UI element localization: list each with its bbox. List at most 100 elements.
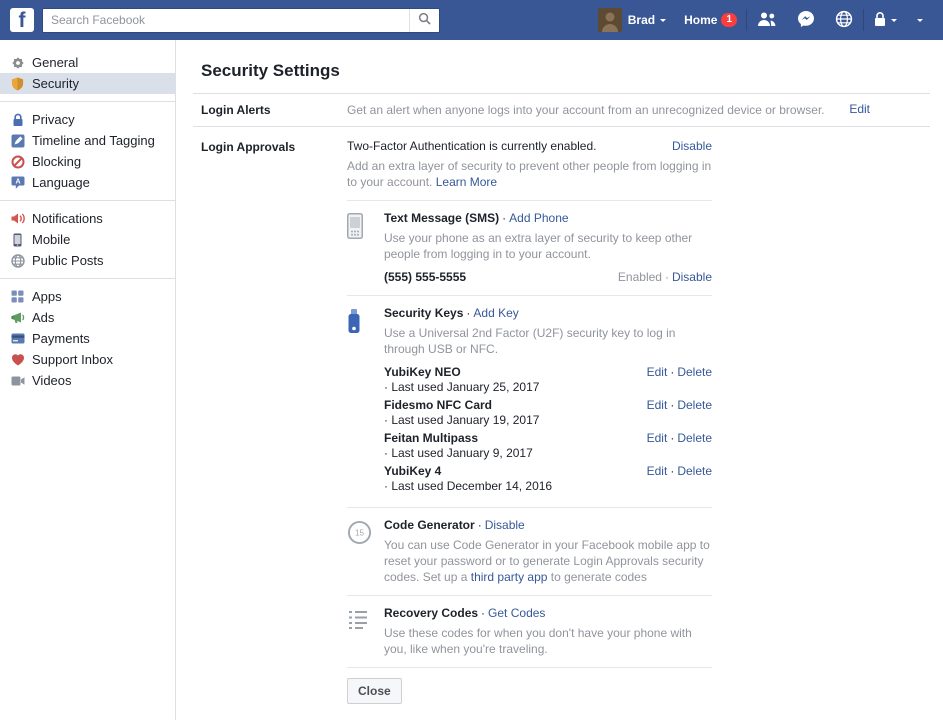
sidebar-item-language[interactable]: A Language xyxy=(0,172,175,193)
sidebar-item-videos[interactable]: Videos xyxy=(0,370,175,391)
profile-link[interactable]: Brad xyxy=(589,0,675,40)
messages-button[interactable] xyxy=(787,0,825,40)
sidebar-item-label: General xyxy=(32,55,78,71)
video-camera-icon xyxy=(10,373,25,388)
chevron-down-icon xyxy=(660,19,666,25)
sidebar-item-label: Support Inbox xyxy=(32,352,113,368)
key-delete-link[interactable]: Delete xyxy=(677,398,712,412)
sidebar-item-timeline-tagging[interactable]: Timeline and Tagging xyxy=(0,130,175,151)
chevron-down-icon xyxy=(917,19,923,25)
divider xyxy=(347,200,712,201)
login-alerts-edit-link[interactable]: Edit xyxy=(849,102,870,116)
security-key-info: Feitan Multipass · Last used January 9, … xyxy=(384,431,533,461)
code-generator-block: 15 Code Generator·Disable You can use Co… xyxy=(347,518,712,585)
add-phone-link[interactable]: Add Phone xyxy=(509,211,568,225)
friends-icon xyxy=(757,11,777,30)
notifications-button[interactable] xyxy=(825,0,863,40)
speaker-icon xyxy=(10,211,25,226)
security-key-row: YubiKey 4 · Last used December 14, 2016 … xyxy=(384,464,712,494)
security-key-row: Fidesmo NFC Card · Last used January 19,… xyxy=(384,398,712,428)
home-label: Home xyxy=(684,13,717,27)
sidebar-item-mobile[interactable]: Mobile xyxy=(0,229,175,250)
page-title: Security Settings xyxy=(201,61,930,81)
divider xyxy=(347,295,712,296)
facebook-settings-page: f Brad Home 1 xyxy=(0,0,943,720)
learn-more-link[interactable]: Learn More xyxy=(436,175,497,189)
key-edit-link[interactable]: Edit xyxy=(647,464,668,478)
security-keys-title-row: Security Keys·Add Key xyxy=(384,306,712,321)
search-input[interactable] xyxy=(43,9,409,32)
security-key-name: YubiKey 4 xyxy=(384,464,552,479)
security-key-last-used: · Last used December 14, 2016 xyxy=(384,479,552,494)
sidebar-item-label: Apps xyxy=(32,289,62,305)
add-key-link[interactable]: Add Key xyxy=(473,306,518,320)
top-nav-right: Brad Home 1 xyxy=(589,0,933,40)
home-notification-badge: 1 xyxy=(721,13,737,27)
security-key-last-used: · Last used January 25, 2017 xyxy=(384,380,539,395)
lock-icon xyxy=(10,112,25,127)
divider xyxy=(347,507,712,508)
login-alerts-row: Login Alerts Get an alert when anyone lo… xyxy=(193,93,930,126)
sidebar-item-label: Security xyxy=(32,76,79,92)
chevron-down-icon xyxy=(891,19,897,25)
security-key-info: Fidesmo NFC Card · Last used January 19,… xyxy=(384,398,539,428)
sidebar-item-notifications[interactable]: Notifications xyxy=(0,208,175,229)
sidebar-item-support-inbox[interactable]: Support Inbox xyxy=(0,349,175,370)
sidebar-item-public-posts[interactable]: Public Posts xyxy=(0,250,175,271)
credit-card-icon xyxy=(10,331,25,346)
top-nav-bar: f Brad Home 1 xyxy=(0,0,943,40)
public-globe-icon xyxy=(10,253,25,268)
facebook-logo[interactable]: f xyxy=(10,8,34,32)
user-name: Brad xyxy=(628,13,655,27)
code-generator-disable-link[interactable]: Disable xyxy=(485,518,525,532)
sidebar-divider xyxy=(0,101,175,102)
key-edit-link[interactable]: Edit xyxy=(647,431,668,445)
security-keys-title: Security Keys xyxy=(384,306,463,320)
third-party-app-link[interactable]: third party app xyxy=(471,570,548,584)
sidebar-item-privacy[interactable]: Privacy xyxy=(0,109,175,130)
privacy-shortcuts-button[interactable] xyxy=(864,0,907,40)
security-key-actions: Edit·Delete xyxy=(647,464,712,494)
key-edit-link[interactable]: Edit xyxy=(647,398,668,412)
sidebar-item-general[interactable]: General xyxy=(0,52,175,73)
language-icon: A xyxy=(10,175,25,190)
sms-disable-link[interactable]: Disable xyxy=(672,270,712,284)
close-button[interactable]: Close xyxy=(347,678,402,704)
home-link[interactable]: Home 1 xyxy=(675,0,746,40)
sms-block: Text Message (SMS)·Add Phone Use your ph… xyxy=(347,211,712,285)
sidebar-item-ads[interactable]: Ads xyxy=(0,307,175,328)
security-key-last-used: · Last used January 9, 2017 xyxy=(384,446,533,461)
login-alerts-description: Get an alert when anyone logs into your … xyxy=(347,102,837,118)
sms-description: Use your phone as an extra layer of secu… xyxy=(384,230,712,262)
sidebar-item-label: Ads xyxy=(32,310,54,326)
sidebar-item-apps[interactable]: Apps xyxy=(0,286,175,307)
sidebar-item-payments[interactable]: Payments xyxy=(0,328,175,349)
svg-text:A: A xyxy=(15,178,20,185)
lock-icon xyxy=(874,11,886,30)
sidebar-item-label: Privacy xyxy=(32,112,75,128)
sidebar-item-label: Notifications xyxy=(32,211,103,227)
two-factor-disable-link[interactable]: Disable xyxy=(672,139,712,154)
globe-icon xyxy=(835,10,853,31)
sidebar-item-security[interactable]: Security xyxy=(0,73,175,94)
search-button[interactable] xyxy=(409,9,439,32)
get-codes-link[interactable]: Get Codes xyxy=(488,606,545,620)
key-delete-link[interactable]: Delete xyxy=(677,464,712,478)
divider xyxy=(347,667,712,668)
friend-requests-button[interactable] xyxy=(747,0,787,40)
account-menu-button[interactable] xyxy=(907,0,933,40)
security-keys-description: Use a Universal 2nd Factor (U2F) securit… xyxy=(384,325,712,357)
sidebar-item-blocking[interactable]: Blocking xyxy=(0,151,175,172)
key-edit-link[interactable]: Edit xyxy=(647,365,668,379)
sidebar-divider xyxy=(0,200,175,201)
security-key-row: Feitan Multipass · Last used January 9, … xyxy=(384,431,712,461)
login-approvals-description: Add an extra layer of security to preven… xyxy=(347,158,712,190)
gear-icon xyxy=(10,55,25,70)
security-key-name: Feitan Multipass xyxy=(384,431,533,446)
key-delete-link[interactable]: Delete xyxy=(677,365,712,379)
two-factor-status-text: Two-Factor Authentication is currently e… xyxy=(347,139,596,154)
key-delete-link[interactable]: Delete xyxy=(677,431,712,445)
shield-icon xyxy=(10,76,25,91)
recovery-codes-block: Recovery Codes·Get Codes Use these codes… xyxy=(347,606,712,657)
messenger-icon xyxy=(797,10,815,31)
